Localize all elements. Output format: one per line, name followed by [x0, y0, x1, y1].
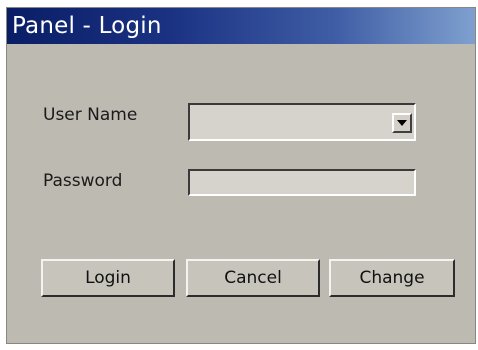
title-bar[interactable]: Panel - Login: [7, 8, 475, 44]
chevron-down-icon: [397, 120, 407, 126]
change-button[interactable]: Change: [329, 259, 455, 297]
user-name-label: User Name: [43, 105, 138, 125]
login-button[interactable]: Login: [41, 259, 175, 297]
login-dialog: Panel - Login User Name Password Login C…: [6, 7, 476, 344]
cancel-button[interactable]: Cancel: [186, 259, 320, 297]
password-field[interactable]: [188, 169, 416, 196]
window-title: Panel - Login: [12, 13, 162, 39]
user-name-dropdown[interactable]: [188, 103, 416, 141]
dropdown-button[interactable]: [392, 113, 412, 133]
password-label: Password: [43, 171, 123, 191]
